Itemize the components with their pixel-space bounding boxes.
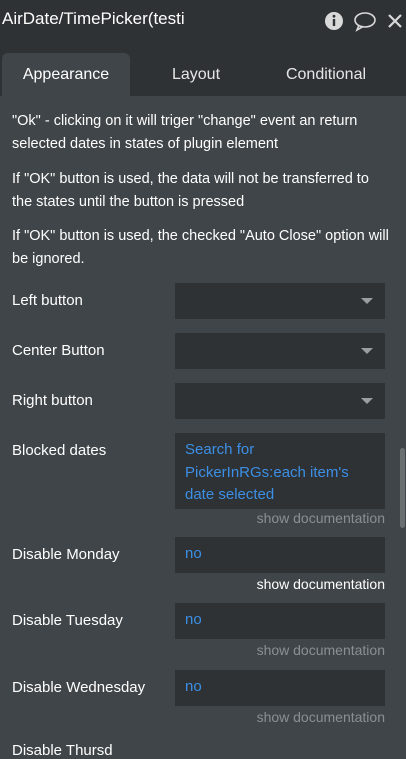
disable-monday-field[interactable]: no	[175, 537, 385, 573]
left-button-label: Left button	[12, 292, 83, 309]
tab-layout[interactable]: Layout	[135, 53, 257, 96]
chevron-down-icon	[361, 398, 373, 404]
tab-conditional[interactable]: Conditional	[262, 53, 390, 96]
blocked-dates-label: Blocked dates	[12, 442, 107, 459]
title-bar: AirDate/TimePicker(testi	[0, 0, 406, 42]
info-icon[interactable]	[323, 10, 345, 32]
tab-label: Layout	[171, 65, 221, 83]
tab-appearance[interactable]: Appearance	[2, 53, 130, 96]
center-button-label: Center Button	[12, 342, 105, 359]
close-icon[interactable]	[385, 10, 405, 32]
tab-label: Conditional	[285, 65, 367, 83]
show-documentation-link[interactable]: show documentation	[257, 709, 385, 725]
disable-tuesday-field[interactable]: no	[175, 603, 385, 639]
disable-tuesday-label: Disable Tuesday	[12, 612, 123, 629]
disable-thursday-label: Disable Thursd	[12, 742, 113, 759]
panel-title: AirDate/TimePicker(testi	[2, 9, 185, 28]
left-button-dropdown[interactable]	[175, 283, 385, 319]
tab-bar: Appearance Layout Conditional	[0, 42, 406, 96]
right-button-dropdown[interactable]	[175, 383, 385, 419]
blocked-dates-field[interactable]: Search for PickerInRGs:each item's date …	[175, 433, 385, 509]
center-button-dropdown[interactable]	[175, 333, 385, 369]
note-auto-close: If "OK" button is used, the checked "Aut…	[12, 228, 389, 267]
note-data-transfer: If "OK" button is used, the data will no…	[12, 171, 369, 210]
chevron-down-icon	[361, 298, 373, 304]
disable-wednesday-field[interactable]: no	[175, 670, 385, 706]
comment-icon[interactable]	[353, 10, 377, 32]
chevron-down-icon	[361, 348, 373, 354]
scrollbar[interactable]	[400, 448, 405, 528]
show-documentation-link[interactable]: show documentation	[257, 510, 385, 526]
note-ok-button: "Ok" - clicking on it will triger "chang…	[12, 113, 358, 152]
disable-monday-label: Disable Monday	[12, 546, 120, 563]
show-documentation-link[interactable]: show documentation	[257, 576, 385, 592]
show-documentation-link[interactable]: show documentation	[257, 642, 385, 658]
right-button-label: Right button	[12, 392, 93, 409]
tab-label: Appearance	[22, 65, 110, 83]
disable-wednesday-label: Disable Wednesday	[12, 679, 146, 696]
